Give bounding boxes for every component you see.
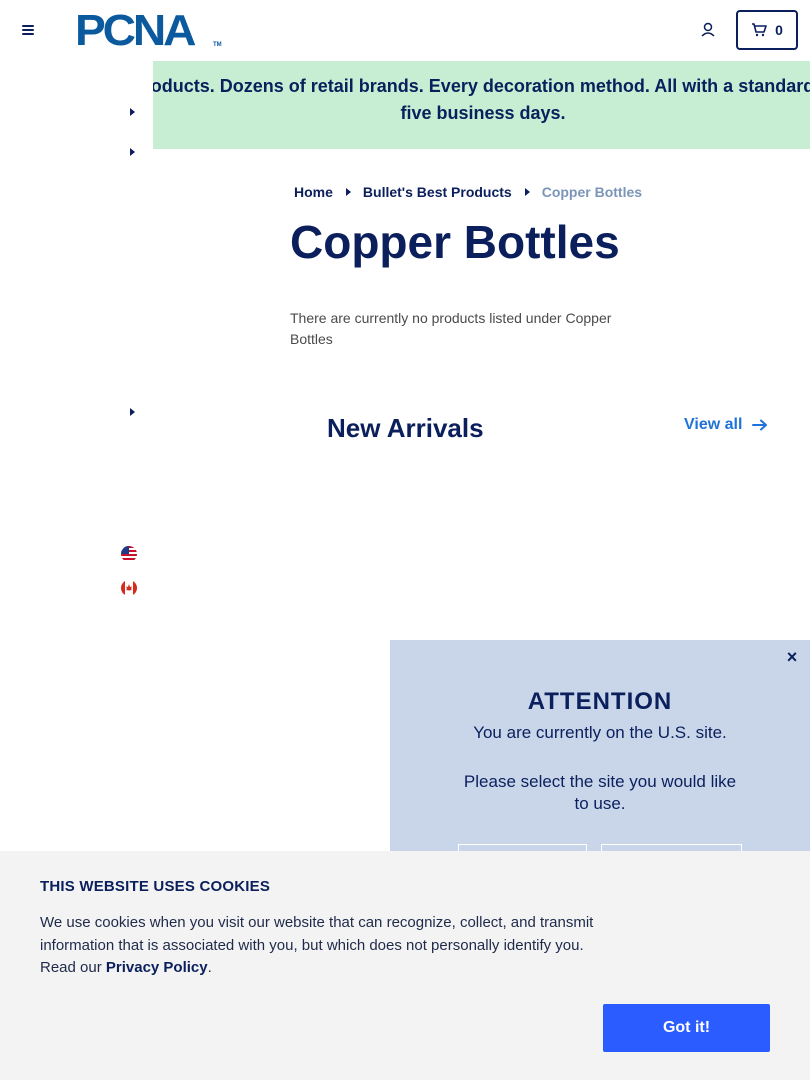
- breadcrumb-category[interactable]: Bullet's Best Products: [363, 184, 512, 200]
- cookie-text-end: .: [207, 959, 212, 976]
- us-flag-icon[interactable]: [121, 546, 137, 562]
- canada-flag-icon[interactable]: [121, 580, 137, 596]
- user-account-icon[interactable]: [698, 20, 718, 40]
- logo-trademark: TM: [213, 42, 222, 48]
- sidebar-expand-caret-icon[interactable]: [130, 108, 135, 116]
- site-header: PCNA TM 0: [0, 0, 810, 60]
- sidebar-expand-caret-icon[interactable]: [130, 408, 135, 416]
- promo-banner: Thousands of products. Dozens of retail …: [153, 61, 810, 149]
- breadcrumb-separator-icon: [345, 188, 351, 196]
- cookie-text: We use cookies when you visit our websit…: [40, 912, 610, 980]
- pcna-logo[interactable]: PCNA TM: [75, 6, 225, 55]
- view-all-label: View all: [684, 416, 743, 433]
- modal-current-site-text: You are currently on the U.S. site.: [473, 723, 727, 742]
- privacy-policy-link[interactable]: Privacy Policy: [106, 959, 208, 976]
- modal-select-site-text: Please select the site you would like to…: [463, 772, 737, 813]
- cookie-title: THIS WEBSITE USES COOKIES: [40, 878, 271, 895]
- breadcrumb: Home Bullet's Best Products Copper Bottl…: [294, 183, 642, 201]
- view-all-link[interactable]: View all: [684, 416, 768, 434]
- logo-text: PCNA: [75, 6, 196, 55]
- got-it-button[interactable]: Got it!: [603, 1004, 770, 1052]
- cart-button[interactable]: 0: [736, 10, 798, 50]
- page-title: Copper Bottles: [290, 216, 620, 268]
- new-arrivals-heading: New Arrivals: [327, 413, 484, 443]
- cart-count: 0: [775, 22, 783, 38]
- arrow-right-icon: [752, 419, 768, 431]
- banner-text: Thousands of products. Dozens of retail …: [153, 76, 810, 123]
- cart-icon: [752, 23, 767, 37]
- breadcrumb-home[interactable]: Home: [294, 184, 333, 200]
- hamburger-menu-icon[interactable]: [18, 20, 38, 40]
- sidebar-expand-caret-icon[interactable]: [130, 148, 135, 156]
- breadcrumb-separator-icon: [524, 188, 530, 196]
- modal-title: ATTENTION: [527, 688, 673, 715]
- breadcrumb-current: Copper Bottles: [541, 184, 643, 200]
- empty-products-message: There are currently no products listed u…: [290, 310, 612, 347]
- close-icon[interactable]: ×: [783, 648, 801, 666]
